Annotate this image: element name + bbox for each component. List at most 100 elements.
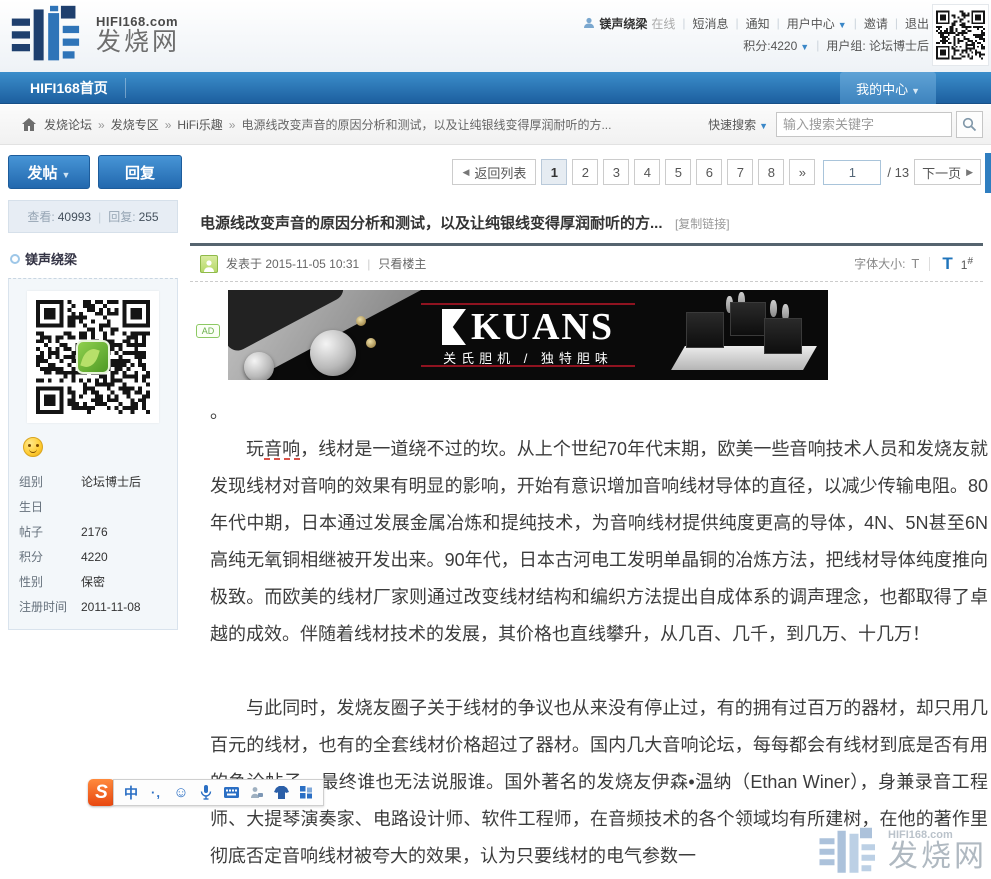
copy-link-button[interactable]: [复制链接] [675,217,730,231]
ad-photo-right [664,294,824,376]
field-row: 帖子2176 [19,519,167,544]
page-button-7[interactable]: 7 [727,159,753,185]
post-main-column: 电源线改变声音的原因分析和测试，以及让纯银线变得厚润耐听的方... [复制链接]… [190,200,983,875]
page-button-4[interactable]: 4 [634,159,660,185]
toolbox-grid-icon[interactable] [298,785,314,801]
user-bar-row-2: 积分:4220▼ | 用户组: 论坛博士后 [583,34,929,56]
views-count: 40993 [58,210,91,224]
link-messages[interactable]: 短消息 [693,15,729,32]
total-pages-label: / 13 [887,165,909,180]
breadcrumb-item-forum[interactable]: 发烧论坛 [44,116,92,133]
author-avatar-qr [27,291,159,423]
sogou-logo-icon[interactable]: S [88,779,115,806]
ime-punctuation-button[interactable]: ·, [148,785,164,801]
tool-row: 发帖▼ 回复 ◀返回列表 1 2 3 4 5 6 7 8 » / 13 下一页▶ [0,145,991,200]
breadcrumb-current: 电源线改变声音的原因分析和测试，以及让纯银线变得厚润耐听的方... [241,116,611,133]
chevron-down-icon: ▼ [800,42,809,52]
field-row: 注册时间2011-11-08 [19,594,167,619]
page-jump-input[interactable] [823,160,881,185]
reply-button[interactable]: 回复 [98,155,182,189]
keyboard-icon[interactable] [223,785,239,801]
logo-domain: HIFI168.com [96,14,180,29]
logo-site-name: 发烧网 [96,29,180,55]
skin-shirt-icon[interactable] [273,785,289,801]
chevron-down-icon: ▼ [62,170,71,180]
my-center-button[interactable]: 我的中心▼ [840,72,936,104]
divider: | [682,16,685,30]
user-icon [583,17,595,29]
link-logout[interactable]: 退出 [905,15,929,32]
font-size-label: 字体大小: [854,255,905,272]
post-title: 电源线改变声音的原因分析和测试，以及让纯银线变得厚润耐听的方... [200,215,663,232]
paragraph-2: 与此同时，发烧友圈子关于线材的争议也从来没有停止过，有的拥有过百万的器材，却只用… [210,690,988,875]
divider: | [854,16,857,30]
post-content: 。 玩音响，线材是一道绕不过的坎。从上个世纪70年代末期，欧美一些音响技术人员和… [210,394,988,875]
nav-divider [125,78,126,98]
page-button-2[interactable]: 2 [572,159,598,185]
divider: | [736,16,739,30]
user-group-label: 用户组: 论坛博士后 [826,37,929,54]
breadcrumb-separator: » [98,118,105,132]
breadcrumb-item-zone[interactable]: 发烧专区 [111,116,159,133]
field-row: 生日 [19,494,167,519]
author-fields: 组别论坛博士后 生日 帖子2176 积分4220 性别保密 注册时间2011-1… [19,469,167,619]
home-icon[interactable] [22,118,36,131]
paragraph-period: 。 [210,394,988,431]
more-pages-button[interactable]: » [789,159,815,185]
user-bar-row-1: 镁声绕梁 在线 | 短消息 | 通知 | 用户中心▼ | 邀请 | 退出 [583,12,929,34]
underlined-term: 音响 [264,439,300,459]
site-logo[interactable]: HIFI168.com 发烧网 [10,4,180,64]
page-button-6[interactable]: 6 [696,159,722,185]
thread-stats: 查看: 40993 | 回复: 255 [8,200,178,233]
page-button-5[interactable]: 5 [665,159,691,185]
chevron-down-icon: ▼ [759,121,768,131]
microphone-icon[interactable] [198,785,214,801]
next-page-button[interactable]: 下一页▶ [914,159,981,185]
site-header: HIFI168.com 发烧网 镁声绕梁 在线 | 短消息 | 通知 | 用户中… [0,0,991,72]
breadcrumb-separator: » [165,118,172,132]
ime-emoji-button[interactable]: ☺ [173,785,189,801]
new-post-button[interactable]: 发帖▼ [8,155,90,189]
breadcrumb-bar: 发烧论坛 » 发烧专区 » HiFi乐趣 » 电源线改变声音的原因分析和测试，以… [0,105,991,145]
back-to-list-button[interactable]: ◀返回列表 [452,159,536,185]
paragraph-1: 玩音响，线材是一道绕不过的坎。从上个世纪70年代末期，欧美一些音响技术人员和发烧… [210,431,988,653]
link-notifications[interactable]: 通知 [746,15,770,32]
quick-search-dropdown[interactable]: 快速搜索▼ [708,116,768,133]
ad-banner[interactable]: KUANS 关氏胆机 / 独特胆味 [228,290,828,380]
user-feedback-icon[interactable] [248,785,264,801]
nav-home-link[interactable]: HIFI168首页 [30,72,108,104]
field-row: 积分4220 [19,544,167,569]
ime-toolbar: S 中 ·, ☺ [88,779,324,806]
forum-thread-page: HIFI168.com 发烧网 镁声绕梁 在线 | 短消息 | 通知 | 用户中… [0,0,991,879]
search-zone: 快速搜索▼ [708,111,983,138]
page-button-1[interactable]: 1 [541,159,567,185]
quick-nav-strip[interactable] [985,153,991,193]
only-author-link[interactable]: 只看楼主 [378,255,426,272]
post-title-row: 电源线改变声音的原因分析和测试，以及让纯银线变得厚润耐听的方... [复制链接] [190,200,983,243]
search-input[interactable] [776,112,952,137]
search-icon [962,117,977,132]
link-invite[interactable]: 邀请 [864,15,888,32]
meta-right-tools: 字体大小: T T 1# [854,254,973,274]
current-username[interactable]: 镁声绕梁 [599,15,647,32]
author-panel: 组别论坛博士后 生日 帖子2176 积分4220 性别保密 注册时间2011-1… [8,278,178,630]
ime-strip: 中 ·, ☺ [113,779,324,806]
post-meta-row: 发表于 2015-11-05 10:31 | 只看楼主 字体大小: T T 1# [190,246,983,282]
page-button-3[interactable]: 3 [603,159,629,185]
ad-brand: KUANS [471,308,614,346]
link-user-center[interactable]: 用户中心▼ [787,15,847,32]
search-button[interactable] [956,111,983,138]
qr-center-logo [76,340,110,374]
author-username[interactable]: 镁声绕梁 [10,249,178,268]
user-bar: 镁声绕梁 在线 | 短消息 | 通知 | 用户中心▼ | 邀请 | 退出 积分:… [583,12,929,56]
breadcrumb-item-board[interactable]: HiFi乐趣 [177,116,222,133]
ime-mode-button[interactable]: 中 [123,785,139,801]
font-increase-button[interactable]: T [942,254,952,274]
smiley-emoticon [23,437,43,457]
kuans-logo-icon [442,309,466,345]
views-label: 查看: [27,208,54,225]
page-button-8[interactable]: 8 [758,159,784,185]
logo-text: HIFI168.com 发烧网 [96,14,180,55]
font-decrease-button[interactable]: T [911,256,919,271]
points-dropdown[interactable]: 积分:4220▼ [743,37,809,54]
